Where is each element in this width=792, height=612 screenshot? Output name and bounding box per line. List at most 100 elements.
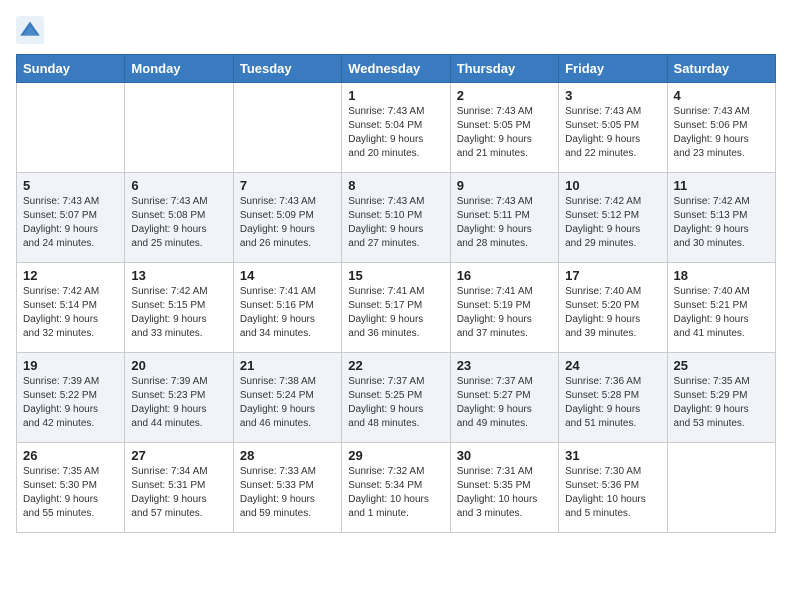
calendar-cell: 26 Sunrise: 7:35 AM Sunset: 5:30 PM Dayli… [17, 443, 125, 533]
logo-icon [16, 16, 44, 44]
day-number: 14 [240, 268, 335, 283]
week-row-3: 19Sunrise: 7:39 AM Sunset: 5:22 PM Dayli… [17, 353, 776, 443]
day-number: 31 [565, 448, 660, 463]
day-info: Sunrise: 7:35 AM Sunset: 5:30 PM Dayligh… [23, 465, 118, 521]
calendar-cell: 2 Sunrise: 7:43 AM Sunset: 5:05 PM Daylig… [450, 83, 558, 173]
calendar-cell: 6 Sunrise: 7:43 AM Sunset: 5:08 PM Daylig… [125, 173, 233, 263]
calendar-cell: 28Sunrise: 7:33 AM Sunset: 5:33 PM Dayli… [233, 443, 341, 533]
calendar-cell: 21 Sunrise: 7:38 AM Sunset: 5:24 PM Dayli… [233, 353, 341, 443]
day-info: Sunrise: 7:41 AM Sunset: 5:16 PM Dayligh… [240, 285, 335, 341]
day-info: Sunrise: 7:35 AM Sunset: 5:29 PM Dayligh… [674, 375, 769, 431]
calendar-cell: 3 Sunrise: 7:43 AM Sunset: 5:05 PM Daylig… [559, 83, 667, 173]
calendar-cell: 16 Sunrise: 7:41 AM Sunset: 5:19 PM Dayli… [450, 263, 558, 353]
header-cell-monday: Monday [125, 55, 233, 83]
day-info: Sunrise: 7:30 AM Sunset: 5:36 PM Dayligh… [565, 465, 660, 521]
header-cell-saturday: Saturday [667, 55, 775, 83]
day-number: 13 [131, 268, 226, 283]
day-info: Sunrise: 7:43 AM Sunset: 5:04 PM Dayligh… [348, 105, 443, 161]
week-row-1: 5 Sunrise: 7:43 AM Sunset: 5:07 PM Daylig… [17, 173, 776, 263]
day-number: 11 [674, 178, 769, 193]
day-info: Sunrise: 7:39 AM Sunset: 5:22 PM Dayligh… [23, 375, 118, 431]
calendar-cell: 29Sunrise: 7:32 AM Sunset: 5:34 PM Dayli… [342, 443, 450, 533]
calendar-cell: 25 Sunrise: 7:35 AM Sunset: 5:29 PM Dayli… [667, 353, 775, 443]
calendar-cell: 30 Sunrise: 7:31 AM Sunset: 5:35 PM Dayli… [450, 443, 558, 533]
calendar-header: SundayMondayTuesdayWednesdayThursdayFrid… [17, 55, 776, 83]
calendar-cell [17, 83, 125, 173]
calendar-cell: 4 Sunrise: 7:43 AM Sunset: 5:06 PM Daylig… [667, 83, 775, 173]
day-info: Sunrise: 7:43 AM Sunset: 5:11 PM Dayligh… [457, 195, 552, 251]
week-row-2: 12 Sunrise: 7:42 AM Sunset: 5:14 PM Dayli… [17, 263, 776, 353]
day-number: 26 [23, 448, 118, 463]
day-number: 18 [674, 268, 769, 283]
day-info: Sunrise: 7:43 AM Sunset: 5:07 PM Dayligh… [23, 195, 118, 251]
header-cell-friday: Friday [559, 55, 667, 83]
day-number: 23 [457, 358, 552, 373]
day-info: Sunrise: 7:43 AM Sunset: 5:08 PM Dayligh… [131, 195, 226, 251]
day-number: 1 [348, 88, 443, 103]
header-row: SundayMondayTuesdayWednesdayThursdayFrid… [17, 55, 776, 83]
day-info: Sunrise: 7:31 AM Sunset: 5:35 PM Dayligh… [457, 465, 552, 521]
page-header [16, 16, 776, 44]
day-number: 21 [240, 358, 335, 373]
calendar-cell: 19Sunrise: 7:39 AM Sunset: 5:22 PM Dayli… [17, 353, 125, 443]
day-number: 8 [348, 178, 443, 193]
day-info: Sunrise: 7:37 AM Sunset: 5:27 PM Dayligh… [457, 375, 552, 431]
day-number: 5 [23, 178, 118, 193]
day-info: Sunrise: 7:34 AM Sunset: 5:31 PM Dayligh… [131, 465, 226, 521]
day-info: Sunrise: 7:41 AM Sunset: 5:17 PM Dayligh… [348, 285, 443, 341]
header-cell-tuesday: Tuesday [233, 55, 341, 83]
calendar-body: 1 Sunrise: 7:43 AM Sunset: 5:04 PM Daylig… [17, 83, 776, 533]
week-row-4: 26 Sunrise: 7:35 AM Sunset: 5:30 PM Dayli… [17, 443, 776, 533]
calendar-cell: 12 Sunrise: 7:42 AM Sunset: 5:14 PM Dayli… [17, 263, 125, 353]
day-info: Sunrise: 7:43 AM Sunset: 5:05 PM Dayligh… [457, 105, 552, 161]
calendar-cell [125, 83, 233, 173]
calendar-cell: 8Sunrise: 7:43 AM Sunset: 5:10 PM Daylig… [342, 173, 450, 263]
calendar-cell: 24 Sunrise: 7:36 AM Sunset: 5:28 PM Dayli… [559, 353, 667, 443]
calendar-cell: 1 Sunrise: 7:43 AM Sunset: 5:04 PM Daylig… [342, 83, 450, 173]
day-info: Sunrise: 7:40 AM Sunset: 5:20 PM Dayligh… [565, 285, 660, 341]
day-info: Sunrise: 7:42 AM Sunset: 5:12 PM Dayligh… [565, 195, 660, 251]
day-info: Sunrise: 7:40 AM Sunset: 5:21 PM Dayligh… [674, 285, 769, 341]
day-info: Sunrise: 7:42 AM Sunset: 5:13 PM Dayligh… [674, 195, 769, 251]
header-cell-thursday: Thursday [450, 55, 558, 83]
day-info: Sunrise: 7:39 AM Sunset: 5:23 PM Dayligh… [131, 375, 226, 431]
day-number: 20 [131, 358, 226, 373]
day-info: Sunrise: 7:41 AM Sunset: 5:19 PM Dayligh… [457, 285, 552, 341]
day-number: 30 [457, 448, 552, 463]
day-number: 22 [348, 358, 443, 373]
day-number: 4 [674, 88, 769, 103]
calendar-cell: 10 Sunrise: 7:42 AM Sunset: 5:12 PM Dayli… [559, 173, 667, 263]
calendar-cell: 15 Sunrise: 7:41 AM Sunset: 5:17 PM Dayli… [342, 263, 450, 353]
day-number: 29 [348, 448, 443, 463]
day-info: Sunrise: 7:36 AM Sunset: 5:28 PM Dayligh… [565, 375, 660, 431]
day-info: Sunrise: 7:43 AM Sunset: 5:06 PM Dayligh… [674, 105, 769, 161]
day-number: 7 [240, 178, 335, 193]
day-info: Sunrise: 7:42 AM Sunset: 5:14 PM Dayligh… [23, 285, 118, 341]
day-number: 2 [457, 88, 552, 103]
calendar-cell [233, 83, 341, 173]
calendar-cell: 27 Sunrise: 7:34 AM Sunset: 5:31 PM Dayli… [125, 443, 233, 533]
day-number: 10 [565, 178, 660, 193]
day-number: 17 [565, 268, 660, 283]
day-info: Sunrise: 7:37 AM Sunset: 5:25 PM Dayligh… [348, 375, 443, 431]
calendar-cell: 18 Sunrise: 7:40 AM Sunset: 5:21 PM Dayli… [667, 263, 775, 353]
day-info: Sunrise: 7:38 AM Sunset: 5:24 PM Dayligh… [240, 375, 335, 431]
day-info: Sunrise: 7:42 AM Sunset: 5:15 PM Dayligh… [131, 285, 226, 341]
day-number: 16 [457, 268, 552, 283]
day-number: 3 [565, 88, 660, 103]
header-cell-sunday: Sunday [17, 55, 125, 83]
calendar-cell: 23 Sunrise: 7:37 AM Sunset: 5:27 PM Dayli… [450, 353, 558, 443]
day-number: 27 [131, 448, 226, 463]
day-number: 6 [131, 178, 226, 193]
calendar-cell: 22 Sunrise: 7:37 AM Sunset: 5:25 PM Dayli… [342, 353, 450, 443]
day-info: Sunrise: 7:43 AM Sunset: 5:05 PM Dayligh… [565, 105, 660, 161]
day-number: 12 [23, 268, 118, 283]
calendar-cell: 9Sunrise: 7:43 AM Sunset: 5:11 PM Daylig… [450, 173, 558, 263]
calendar-cell: 14 Sunrise: 7:41 AM Sunset: 5:16 PM Dayli… [233, 263, 341, 353]
calendar-cell: 13 Sunrise: 7:42 AM Sunset: 5:15 PM Dayli… [125, 263, 233, 353]
day-number: 25 [674, 358, 769, 373]
day-number: 24 [565, 358, 660, 373]
day-number: 15 [348, 268, 443, 283]
logo [16, 16, 48, 44]
week-row-0: 1 Sunrise: 7:43 AM Sunset: 5:04 PM Daylig… [17, 83, 776, 173]
